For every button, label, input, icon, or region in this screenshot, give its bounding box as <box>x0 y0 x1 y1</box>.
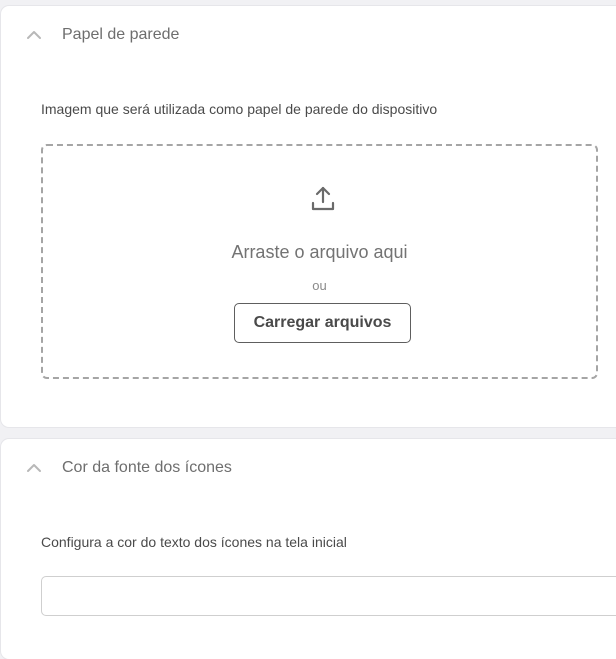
file-dropzone[interactable]: Arraste o arquivo aqui ou Carregar arqui… <box>41 144 598 379</box>
or-separator: ou <box>312 278 327 293</box>
chevron-up-icon[interactable] <box>25 26 43 44</box>
icon-font-color-panel-header[interactable]: Cor da fonte dos ícones <box>1 439 601 495</box>
wallpaper-panel-header[interactable]: Papel de parede <box>1 6 601 62</box>
icon-font-color-panel: Cor da fonte dos ícones Configura a cor … <box>1 439 616 659</box>
upload-icon <box>310 185 336 213</box>
drop-instructions: Arraste o arquivo aqui <box>231 242 408 262</box>
chevron-up-icon[interactable] <box>25 459 43 477</box>
wallpaper-description: Imagem que será utilizada como papel de … <box>41 101 438 117</box>
icon-font-color-panel-title: Cor da fonte dos ícones <box>62 459 232 476</box>
wallpaper-panel-title: Papel de parede <box>62 26 180 43</box>
wallpaper-panel: Papel de parede Imagem que será utilizad… <box>1 6 616 427</box>
upload-files-button[interactable]: Carregar arquivos <box>234 303 411 343</box>
icon-font-color-input[interactable] <box>41 576 616 616</box>
icon-font-color-description: Configura a cor do texto dos ícones na t… <box>41 534 347 550</box>
